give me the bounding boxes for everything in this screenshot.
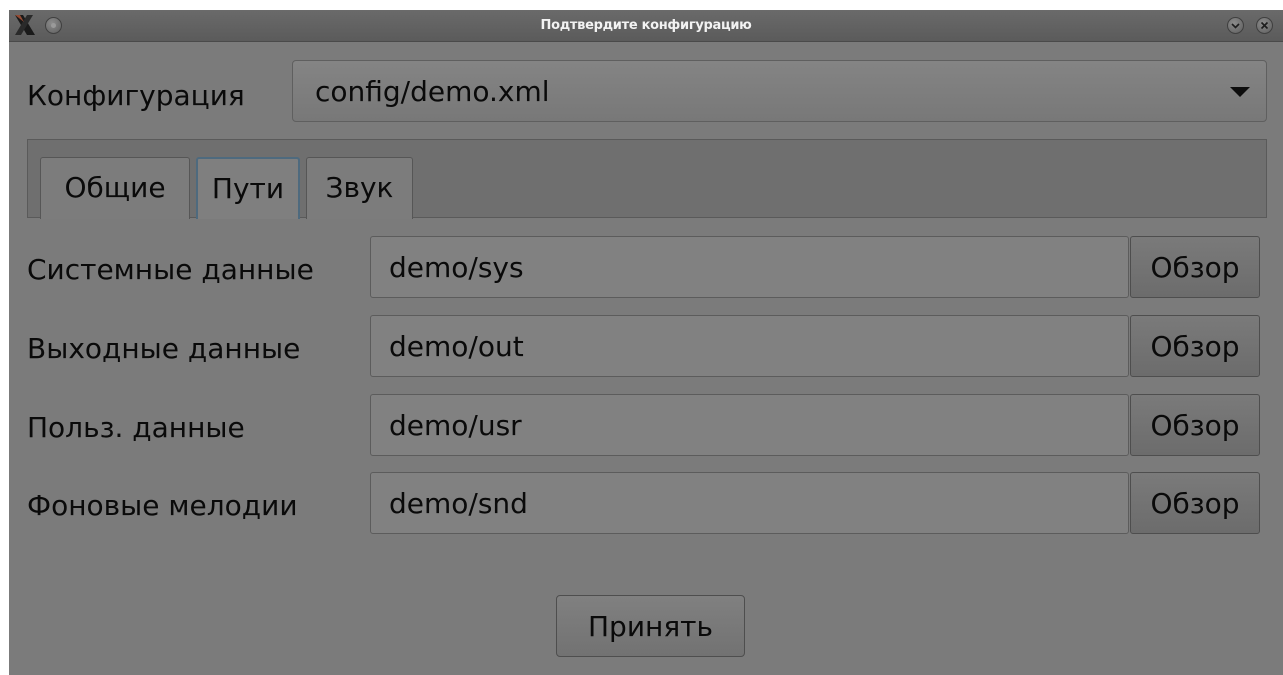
output-data-label: Выходные данные: [27, 332, 301, 365]
background-music-input[interactable]: [371, 473, 1128, 533]
config-dialog: Подтвердите конфигурацию Конфигурация co…: [9, 10, 1283, 675]
app-x-icon[interactable]: [13, 13, 37, 37]
user-data-browse-button[interactable]: Обзор: [1130, 394, 1260, 456]
config-select[interactable]: config/demo.xml: [292, 60, 1267, 122]
user-data-field[interactable]: [370, 394, 1129, 456]
user-data-label: Польз. данные: [27, 411, 245, 444]
output-data-input[interactable]: [371, 316, 1128, 376]
accept-button[interactable]: Принять: [556, 595, 745, 657]
background-music-field[interactable]: [370, 472, 1129, 534]
window-title: Подтвердите конфигурацию: [540, 18, 752, 33]
config-select-value: config/demo.xml: [315, 75, 550, 108]
user-data-input[interactable]: [371, 395, 1128, 455]
output-data-field[interactable]: [370, 315, 1129, 377]
dropdown-arrow-icon[interactable]: [1230, 87, 1250, 97]
tab-bar: Общие Пути Звук: [27, 139, 1267, 219]
config-label: Конфигурация: [27, 79, 245, 112]
background-music-browse-button[interactable]: Обзор: [1130, 472, 1260, 534]
system-data-input[interactable]: [371, 237, 1128, 297]
title-bar[interactable]: Подтвердите конфигурацию: [9, 10, 1283, 42]
window-menu-icon[interactable]: [45, 17, 62, 34]
tab-general[interactable]: Общие: [40, 157, 190, 219]
tab-paths[interactable]: Пути: [196, 157, 300, 219]
close-icon[interactable]: [1256, 17, 1273, 34]
system-data-browse-button[interactable]: Обзор: [1130, 236, 1260, 298]
minimize-icon[interactable]: [1227, 17, 1244, 34]
tab-sound[interactable]: Звук: [306, 157, 413, 219]
system-data-field[interactable]: [370, 236, 1129, 298]
background-music-label: Фоновые мелодии: [27, 489, 298, 522]
output-data-browse-button[interactable]: Обзор: [1130, 315, 1260, 377]
system-data-label: Системные данные: [27, 253, 314, 286]
